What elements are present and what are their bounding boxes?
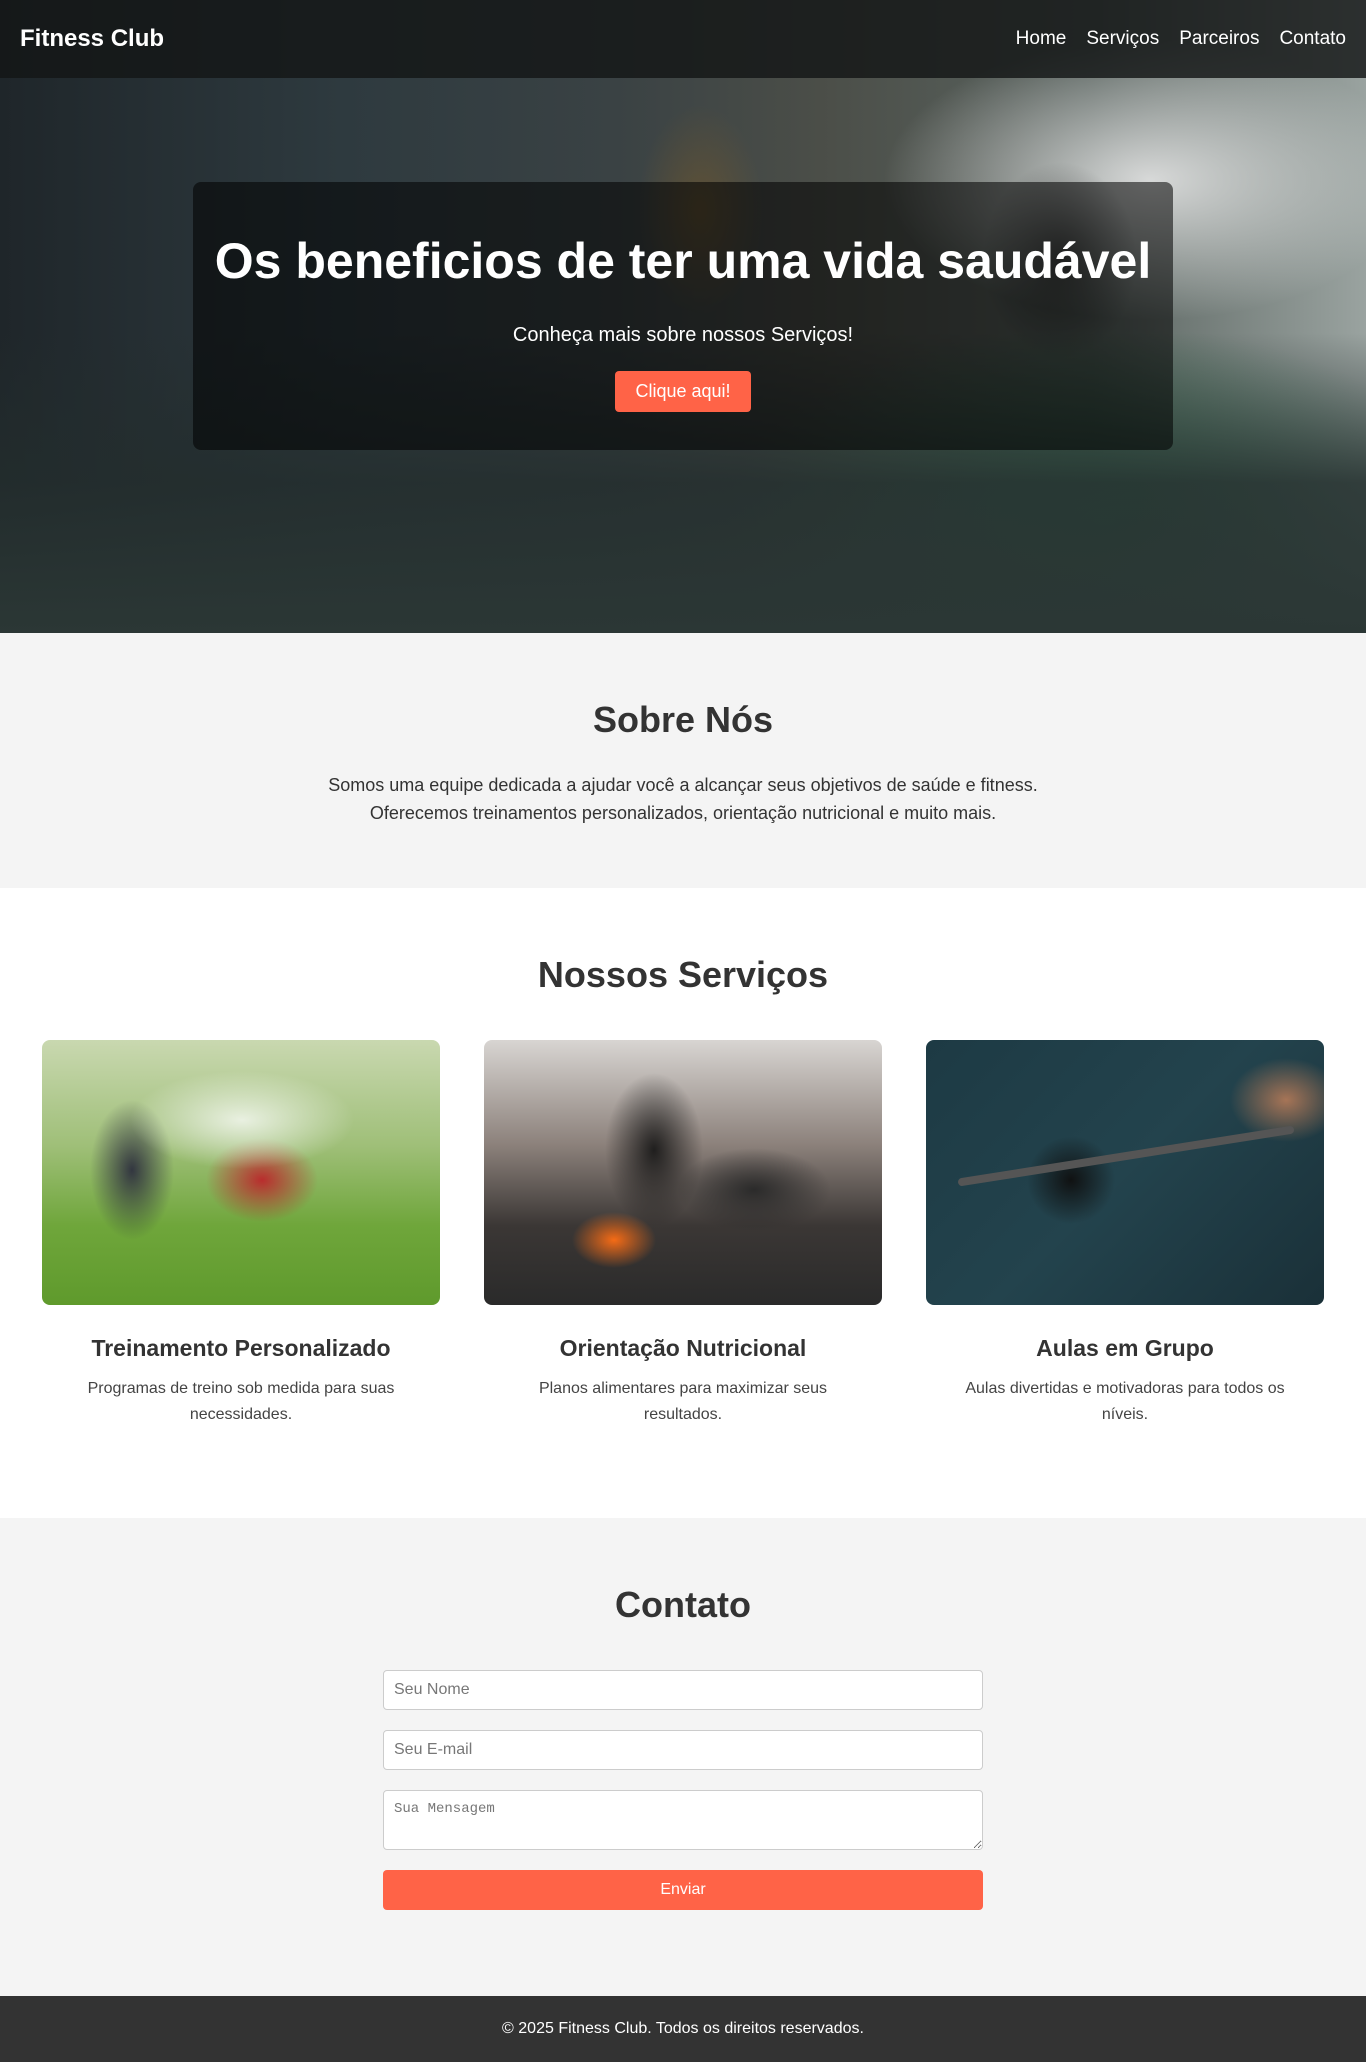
about-text-line: Somos uma equipe dedicada a ajudar você … — [328, 775, 1038, 795]
service-card-title: Aulas em Grupo — [1036, 1335, 1214, 1361]
service-image-nutrition — [484, 1040, 882, 1305]
about-text-line: Oferecemos treinamentos personalizados, … — [369, 803, 997, 823]
service-card: Orientação Nutricional Planos alimentare… — [484, 1040, 882, 1428]
nav-link-contato[interactable]: Contato — [1279, 28, 1346, 50]
service-card-text: Planos alimentares para maximizar seus r… — [538, 1380, 828, 1423]
nav-links: Home Serviços Parceiros Contato — [1016, 28, 1346, 50]
service-image-personal-training — [42, 1040, 440, 1305]
service-card: Treinamento Personalizado Programas de t… — [42, 1040, 440, 1428]
service-card-text: Aulas divertidas e motivadoras para todo… — [965, 1380, 1285, 1423]
message-field[interactable] — [383, 1790, 983, 1850]
hero-overlay-box: Os beneficios de ter uma vida saudável C… — [193, 182, 1173, 450]
service-card-text: Programas de treino sob medida para suas… — [87, 1380, 395, 1423]
services-section: Nossos Serviços Treinamento Personalizad… — [0, 888, 1366, 1518]
services-title: Nossos Serviços — [537, 954, 829, 995]
contact-section: Contato Enviar — [0, 1518, 1366, 1996]
service-card-title: Orientação Nutricional — [559, 1335, 807, 1361]
about-text: Somos uma equipe dedicada a ajudar você … — [0, 771, 1366, 827]
service-card-title: Treinamento Personalizado — [91, 1335, 391, 1361]
footer: © 2025 Fitness Club. Todos os direitos r… — [0, 1996, 1366, 2062]
nav-link-parceiros[interactable]: Parceiros — [1179, 28, 1259, 50]
top-navbar: Fitness Club Home Serviços Parceiros Con… — [0, 0, 1366, 78]
nav-link-home[interactable]: Home — [1016, 28, 1067, 50]
hero-section: Os beneficios de ter uma vida saudável C… — [0, 0, 1366, 633]
hero-cta-button[interactable]: Clique aqui! — [615, 371, 751, 412]
barbell-shape — [957, 1125, 1295, 1187]
about-section: Sobre Nós Somos uma equipe dedicada a aj… — [0, 633, 1366, 888]
service-card: Aulas em Grupo Aulas divertidas e motiva… — [926, 1040, 1324, 1428]
about-title: Sobre Nós — [592, 699, 774, 740]
name-field[interactable] — [383, 1670, 983, 1710]
nav-link-servicos[interactable]: Serviços — [1086, 28, 1159, 50]
email-field[interactable] — [383, 1730, 983, 1770]
contact-form: Enviar — [383, 1670, 983, 1910]
service-cards: Treinamento Personalizado Programas de t… — [0, 1040, 1366, 1428]
hero-subtitle: Conheça mais sobre nossos Serviços! — [512, 324, 854, 346]
contact-title: Contato — [615, 1584, 751, 1625]
submit-button[interactable]: Enviar — [383, 1870, 983, 1910]
hero-title: Os beneficios de ter uma vida saudável — [214, 233, 1152, 289]
brand-logo[interactable]: Fitness Club — [20, 25, 164, 53]
service-image-group-classes — [926, 1040, 1324, 1305]
footer-text: © 2025 Fitness Club. Todos os direitos r… — [502, 2020, 864, 2037]
